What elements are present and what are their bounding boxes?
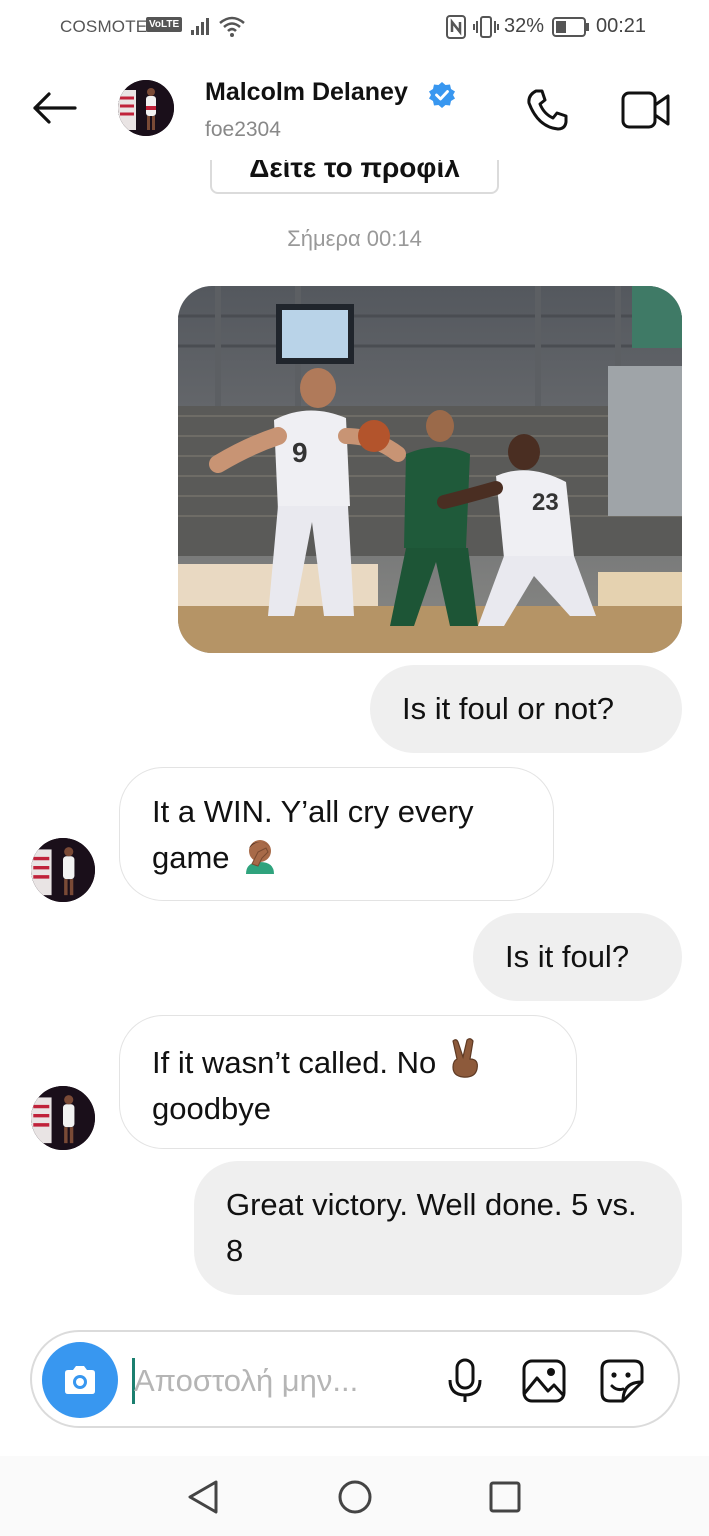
battery-percent: 32%	[504, 15, 545, 37]
voice-message-button[interactable]	[440, 1354, 490, 1408]
contact-message-avatar[interactable]	[31, 838, 95, 902]
volte-badge: VoLTE	[146, 17, 183, 32]
message-composer	[30, 1330, 680, 1428]
gallery-icon	[522, 1359, 566, 1403]
vibrate-icon	[473, 16, 499, 38]
triangle-back-icon	[188, 1480, 218, 1514]
message-text: If it wasn’t called. No	[152, 1045, 437, 1080]
voice-call-button[interactable]	[522, 86, 572, 134]
message-text: Is it foul or not?	[402, 691, 614, 726]
gallery-button[interactable]	[518, 1354, 570, 1408]
message-timestamp: Σήμερα 00:14	[287, 226, 422, 251]
arrow-left-icon	[33, 92, 77, 124]
carrier-label: COSMOTE	[60, 17, 148, 36]
circle-home-icon	[338, 1480, 372, 1514]
status-time: 00:21	[596, 15, 647, 37]
incoming-message[interactable]: It a WIN. Y’all cry every game	[119, 767, 554, 901]
camera-icon	[65, 1366, 95, 1394]
video-call-button[interactable]	[618, 86, 674, 134]
message-text: Is it foul?	[505, 939, 630, 974]
outgoing-message[interactable]: Is it foul or not?	[370, 665, 682, 753]
system-nav-bar	[0, 1456, 709, 1536]
back-button[interactable]	[28, 86, 80, 130]
battery-icon	[552, 17, 589, 37]
contact-name[interactable]: Malcolm Delaney	[205, 78, 408, 107]
victory-hand-emoji-icon	[452, 1038, 478, 1078]
svg-text:9: 9	[292, 437, 308, 468]
verified-badge-icon	[429, 82, 455, 108]
message-input[interactable]	[134, 1356, 424, 1406]
square-recents-icon	[489, 1481, 521, 1513]
contact-username: foe2304	[205, 118, 281, 141]
contact-avatar[interactable]	[118, 80, 174, 136]
wifi-icon	[219, 16, 245, 37]
chat-header: Malcolm Delaney foe2304	[0, 56, 709, 160]
microphone-icon	[448, 1358, 482, 1402]
basketball-photo: 9 23	[178, 286, 682, 653]
phone-icon	[527, 89, 568, 131]
svg-text:23: 23	[532, 489, 559, 516]
nav-recents-button[interactable]	[482, 1474, 528, 1520]
face-palm-emoji-icon	[246, 840, 275, 874]
camera-button[interactable]	[42, 1342, 118, 1418]
status-bar: COSMOTE VoLTE 32% 00:21	[0, 0, 709, 56]
sticker-button[interactable]	[596, 1354, 648, 1408]
outgoing-message[interactable]: Is it foul?	[473, 913, 682, 1001]
contact-message-avatar[interactable]	[31, 1086, 95, 1150]
message-text: It a WIN. Y’all cry every game	[152, 794, 474, 875]
video-camera-icon	[621, 91, 670, 129]
incoming-message[interactable]: If it wasn’t called. No goodbye	[119, 1015, 577, 1149]
message-text-line2: goodbye	[152, 1091, 271, 1126]
sticker-icon	[600, 1359, 644, 1403]
photo-message[interactable]: 9 23	[178, 286, 682, 653]
signal-icon	[191, 18, 209, 35]
message-text: Great victory. Well done. 5 vs. 8	[226, 1187, 637, 1268]
nfc-icon	[446, 15, 466, 39]
nav-back-button[interactable]	[180, 1474, 226, 1520]
nav-home-button[interactable]	[332, 1474, 378, 1520]
outgoing-message[interactable]: Great victory. Well done. 5 vs. 8	[194, 1161, 682, 1295]
